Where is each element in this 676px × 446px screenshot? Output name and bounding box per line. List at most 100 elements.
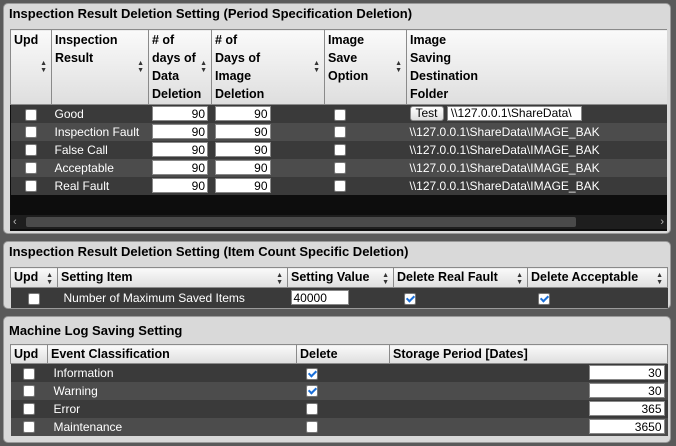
storage-period-input[interactable]: 3650 bbox=[588, 419, 665, 435]
upd-checkbox[interactable] bbox=[25, 108, 37, 121]
upd-checkbox[interactable] bbox=[23, 403, 35, 416]
col-storage-period[interactable]: Storage Period [Dates] bbox=[389, 344, 668, 364]
scrollbar-thumb[interactable] bbox=[26, 217, 576, 227]
delete-checkbox[interactable] bbox=[305, 367, 318, 380]
result-cell: Acceptable bbox=[51, 158, 149, 177]
data-days-input[interactable]: 90 bbox=[152, 124, 208, 140]
sort-icon: ▲ ▼ bbox=[313, 60, 320, 74]
table-row: Inspection Fault 90 90 \\127.0.0.1\Share… bbox=[10, 122, 667, 141]
sort-icon: ▲ ▼ bbox=[395, 60, 402, 74]
col-inspection-result-label: Inspection Result bbox=[55, 33, 118, 65]
table-row: Acceptable 90 90 \\127.0.0.1\ShareData\I… bbox=[10, 158, 667, 177]
col-setting-item-label: Setting Item bbox=[61, 270, 133, 284]
upd-checkbox[interactable] bbox=[23, 385, 35, 398]
table-row: Real Fault 90 90 \\127.0.0.1\ShareData\I… bbox=[10, 176, 667, 195]
upd-checkbox[interactable] bbox=[25, 144, 37, 157]
sort-icon: ▲ ▼ bbox=[137, 60, 144, 74]
upd-checkbox[interactable] bbox=[25, 126, 37, 139]
col-upd-label: Upd bbox=[14, 270, 39, 284]
col-setting-item[interactable]: Setting Item ▲ ▼ bbox=[57, 267, 288, 288]
event-cell: Information bbox=[47, 363, 297, 382]
scroll-right-icon[interactable]: › bbox=[660, 215, 664, 229]
result-cell: Real Fault bbox=[51, 176, 149, 195]
storage-period-input[interactable]: 30 bbox=[588, 365, 665, 381]
result-cell: Good bbox=[51, 104, 149, 123]
col-image-save-option-label: Image Save Option bbox=[328, 33, 369, 83]
col-setting-value-label: Setting Value bbox=[291, 270, 370, 284]
col-image-folder[interactable]: Image Saving Destination Folder bbox=[406, 29, 667, 105]
data-days-input[interactable]: 90 bbox=[152, 178, 208, 194]
save-option-checkbox[interactable] bbox=[333, 162, 346, 175]
save-option-checkbox[interactable] bbox=[333, 144, 346, 157]
sort-icon: ▲ ▼ bbox=[40, 60, 47, 74]
save-option-checkbox[interactable] bbox=[333, 180, 346, 193]
image-days-input[interactable]: 90 bbox=[214, 142, 271, 158]
folder-cell: \\127.0.0.1\ShareData\IMAGE_BAK bbox=[406, 122, 667, 141]
table-row: Maintenance 3650 bbox=[10, 417, 668, 436]
col-image-days[interactable]: # of Days of Image Deletion ▲ ▼ bbox=[211, 29, 325, 105]
delete-checkbox[interactable] bbox=[305, 385, 318, 398]
item-count-table: Upd ▲ ▼ Setting Item ▲ ▼ Setting Value ▲ ▼ Del… bbox=[10, 267, 668, 308]
scroll-left-icon[interactable]: ‹ bbox=[13, 215, 17, 229]
data-days-input[interactable]: 90 bbox=[152, 160, 208, 176]
image-days-input[interactable]: 90 bbox=[214, 106, 271, 122]
data-days-input[interactable]: 90 bbox=[152, 106, 208, 122]
event-cell: Warning bbox=[47, 381, 297, 400]
upd-checkbox[interactable] bbox=[25, 180, 37, 193]
col-image-folder-label: Image Saving Destination Folder bbox=[410, 33, 479, 101]
table-row: Good 90 90 Test \\127.0.0.1\ShareData\ bbox=[10, 104, 667, 123]
test-button[interactable]: Test bbox=[409, 106, 444, 122]
folder-cell: \\127.0.0.1\ShareData\IMAGE_BAK bbox=[406, 140, 667, 159]
result-cell: False Call bbox=[51, 140, 149, 159]
storage-period-input[interactable]: 30 bbox=[588, 383, 665, 399]
col-image-save-option[interactable]: Image Save Option ▲ ▼ bbox=[324, 29, 407, 105]
setting-item-cell: Number of Maximum Saved Items bbox=[57, 287, 288, 308]
max-items-input[interactable]: 40000 bbox=[290, 290, 349, 306]
image-days-input[interactable]: 90 bbox=[214, 178, 271, 194]
period-deletion-table: Upd ▲ ▼ Inspection Result ▲ ▼ # of days of D… bbox=[10, 29, 667, 195]
col-delete-real-fault-label: Delete Real Fault bbox=[397, 270, 498, 284]
sort-icon: ▲ ▼ bbox=[656, 272, 663, 286]
image-days-input[interactable]: 90 bbox=[214, 124, 271, 140]
upd-checkbox[interactable] bbox=[23, 367, 35, 380]
save-option-checkbox[interactable] bbox=[333, 108, 346, 121]
folder-input[interactable]: \\127.0.0.1\ShareData\ bbox=[446, 106, 582, 122]
table-row: Information 30 bbox=[10, 363, 668, 382]
horizontal-scrollbar[interactable]: ‹ › bbox=[10, 215, 667, 229]
delete-real-fault-checkbox[interactable] bbox=[403, 292, 416, 305]
col-upd-label: Upd bbox=[14, 33, 39, 47]
upd-checkbox[interactable] bbox=[23, 421, 35, 434]
period-deletion-grid: Upd ▲ ▼ Inspection Result ▲ ▼ # of days of D… bbox=[10, 29, 667, 231]
upd-checkbox[interactable] bbox=[25, 162, 37, 175]
delete-checkbox[interactable] bbox=[305, 421, 318, 434]
col-inspection-result[interactable]: Inspection Result ▲ ▼ bbox=[51, 29, 149, 105]
col-upd[interactable]: Upd ▲ ▼ bbox=[10, 29, 52, 105]
col-delete-real-fault[interactable]: Delete Real Fault ▲ ▼ bbox=[393, 267, 528, 288]
upd-checkbox[interactable] bbox=[28, 292, 40, 305]
delete-checkbox[interactable] bbox=[305, 403, 318, 416]
storage-period-input[interactable]: 365 bbox=[588, 401, 665, 417]
col-event-classification[interactable]: Event Classification bbox=[47, 344, 297, 364]
sort-icon: ▲ ▼ bbox=[382, 272, 389, 286]
col-upd[interactable]: Upd ▲ ▼ bbox=[10, 267, 58, 288]
col-delete-acceptable-label: Delete Acceptable bbox=[531, 270, 639, 284]
table-row: Number of Maximum Saved Items 40000 bbox=[10, 287, 668, 308]
save-option-checkbox[interactable] bbox=[333, 126, 346, 139]
period-deletion-panel: Inspection Result Deletion Setting (Peri… bbox=[3, 3, 671, 234]
image-days-input[interactable]: 90 bbox=[214, 160, 271, 176]
col-data-days[interactable]: # of days of Data Deletion ▲ ▼ bbox=[148, 29, 212, 105]
col-data-days-label: # of days of Data Deletion bbox=[152, 33, 202, 101]
col-setting-value[interactable]: Setting Value ▲ ▼ bbox=[287, 267, 394, 288]
machine-log-title: Machine Log Saving Setting bbox=[9, 323, 183, 338]
item-count-panel: Inspection Result Deletion Setting (Item… bbox=[3, 241, 671, 309]
data-days-input[interactable]: 90 bbox=[152, 142, 208, 158]
delete-acceptable-checkbox[interactable] bbox=[537, 292, 550, 305]
table-row: Warning 30 bbox=[10, 381, 668, 400]
machine-log-panel: Machine Log Saving Setting Upd Event Cla… bbox=[3, 316, 671, 443]
col-delete-acceptable[interactable]: Delete Acceptable ▲ ▼ bbox=[527, 267, 668, 288]
result-cell: Inspection Fault bbox=[51, 122, 149, 141]
sort-icon: ▲ ▼ bbox=[46, 272, 53, 286]
folder-cell: \\127.0.0.1\ShareData\IMAGE_BAK bbox=[406, 158, 667, 177]
col-delete[interactable]: Delete bbox=[296, 344, 390, 364]
col-upd[interactable]: Upd bbox=[10, 344, 48, 364]
